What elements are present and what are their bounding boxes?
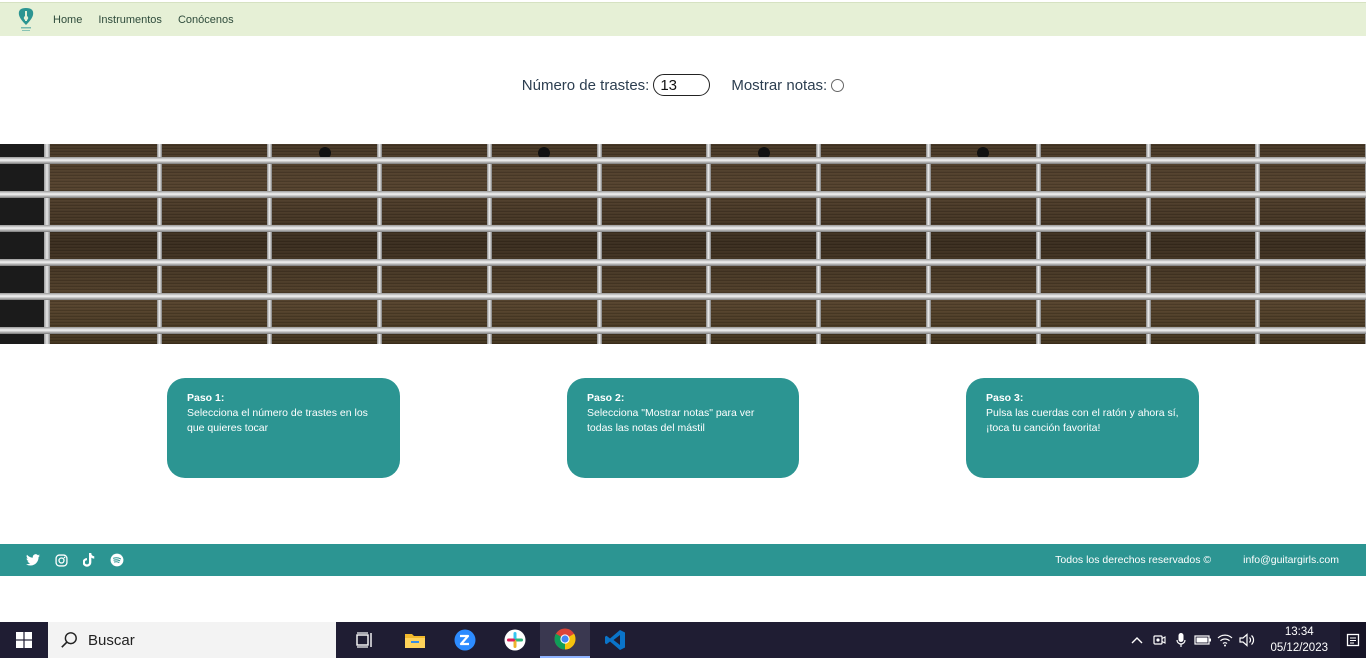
top-navbar: Home Instrumentos Conócenos [0,2,1366,36]
step-card-3: Paso 3: Pulsa las cuerdas con el ratón y… [966,378,1199,478]
step-title: Paso 1: [187,392,225,404]
guitar-string-1[interactable] [0,157,1366,164]
step-card-1: Paso 1: Selecciona el número de trastes … [167,378,400,478]
wifi-icon[interactable] [1214,622,1236,658]
search-icon [61,632,77,648]
speaker-icon[interactable] [1236,622,1258,658]
fret-wire [1255,144,1261,344]
fret-wire [1035,144,1041,344]
step-title: Paso 3: [986,392,1024,404]
chevron-up-icon[interactable] [1126,622,1148,658]
fretboard-wood [44,144,1366,344]
windows-start-icon[interactable] [0,622,48,658]
guitar-pick-logo-icon[interactable] [17,7,35,33]
fret-wire [486,144,492,344]
step-title: Paso 2: [587,392,625,404]
guitar-string-3[interactable] [0,225,1366,232]
footer-info: Todos los derechos reservados © info@gui… [1055,554,1339,566]
step-text: Selecciona el número de trastes en los q… [187,407,368,434]
nav-link-home[interactable]: Home [53,14,82,26]
file-explorer-icon[interactable] [390,622,440,658]
fret-wire [376,144,382,344]
microphone-icon[interactable] [1170,622,1192,658]
guitar-fretboard [0,144,1366,344]
windows-taskbar: Buscar 13:34 05/12/2023 [0,622,1366,658]
spotify-icon[interactable] [110,553,124,567]
guitar-string-4[interactable] [0,259,1366,266]
copyright-text: Todos los derechos reservados © [1055,554,1212,566]
step-text: Selecciona "Mostrar notas" para ver toda… [587,407,755,434]
instagram-icon[interactable] [54,553,68,567]
step-card-2: Paso 2: Selecciona "Mostrar notas" para … [567,378,799,478]
tiktok-icon[interactable] [82,553,96,567]
chrome-icon[interactable] [540,622,590,658]
search-placeholder: Buscar [88,631,135,649]
taskbar-search-box[interactable]: Buscar [48,622,336,658]
taskbar-clock[interactable]: 13:34 05/12/2023 [1270,624,1328,656]
fret-wire [706,144,712,344]
fretboard-controls: Número de trastes: Mostrar notas: [0,72,1366,98]
nut [44,144,50,344]
nav-link-instrumentos[interactable]: Instrumentos [98,14,162,26]
show-notes-label: Mostrar notas: [731,76,828,94]
fret-wire [267,144,273,344]
fret-wire [157,144,163,344]
guitar-string-2[interactable] [0,191,1366,198]
battery-icon[interactable] [1192,622,1214,658]
notifications-icon[interactable] [1340,622,1366,658]
frets-label: Número de trastes: [521,76,650,94]
headstock-area [0,144,44,344]
nav-link-conocenos[interactable]: Conócenos [178,14,234,26]
task-view-icon[interactable] [340,622,390,658]
fret-wire [816,144,822,344]
site-footer: Todos los derechos reservados © info@gui… [0,544,1366,576]
show-notes-radio[interactable] [831,78,845,92]
zoom-icon[interactable] [440,622,490,658]
system-tray: 13:34 05/12/2023 [1126,622,1366,658]
fret-wire [1145,144,1151,344]
frets-number-input[interactable] [653,74,711,96]
guitar-string-5[interactable] [0,293,1366,300]
taskbar-apps [340,622,640,658]
twitter-icon[interactable] [26,553,40,567]
social-links [26,553,138,567]
fret-wire [596,144,602,344]
contact-email-link[interactable]: info@guitargirls.com [1243,554,1339,566]
step-text: Pulsa las cuerdas con el ratón y ahora s… [986,407,1179,434]
clock-date: 05/12/2023 [1270,642,1328,654]
fret-wire [925,144,931,344]
meet-now-icon[interactable] [1148,622,1170,658]
vscode-icon[interactable] [590,622,640,658]
guitar-string-6[interactable] [0,327,1366,334]
slack-icon[interactable] [490,622,540,658]
clock-time: 13:34 [1284,626,1314,638]
